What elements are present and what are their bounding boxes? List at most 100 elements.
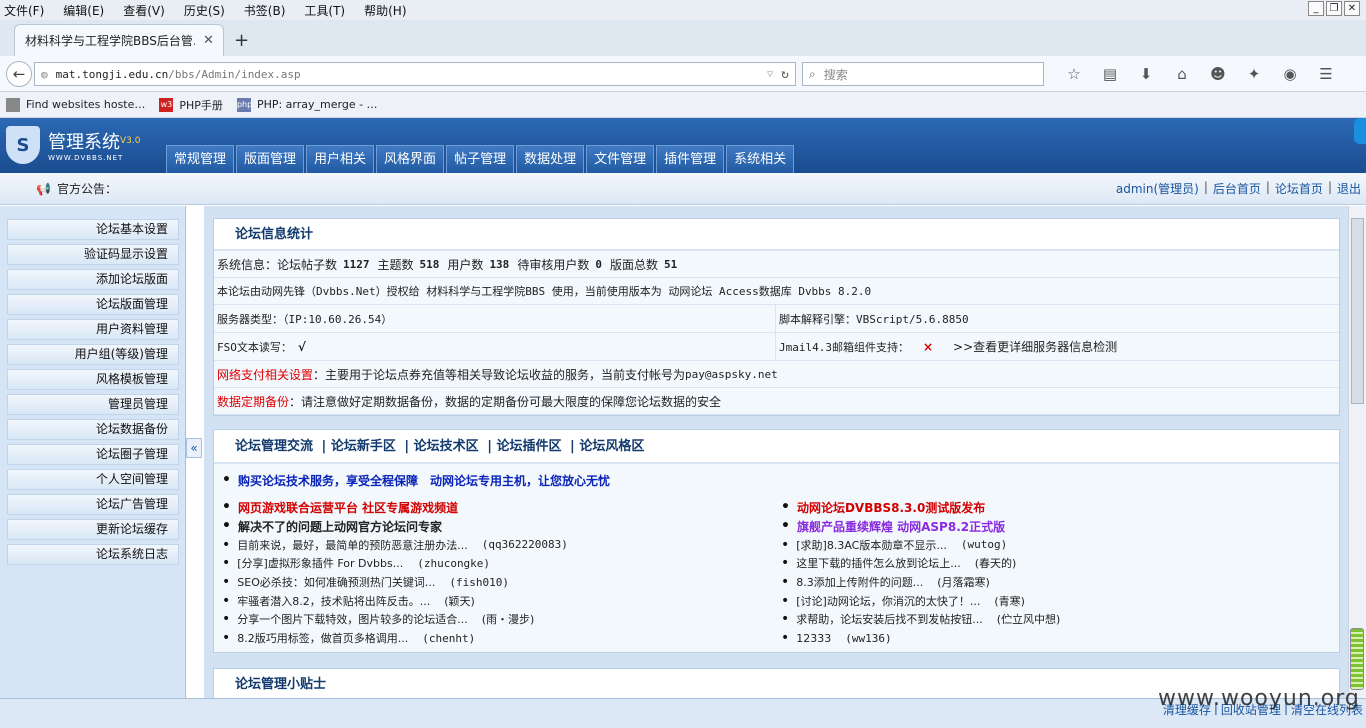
content-scrollbar[interactable] (1348, 206, 1366, 698)
list-item[interactable]: 旗舰产品重续辉煌 动网ASP8.2正式版 (781, 517, 1060, 536)
main-content: 论坛信息统计 系统信息： 论坛帖子数 1127 主题数 518 用户数 138 待审核… (204, 206, 1348, 698)
reader-icon[interactable]: ▤ (1092, 65, 1128, 83)
community-links: 论坛管理交流 | 论坛新手区 | 论坛技术区 | 论坛插件区 | 论坛风格区 (214, 430, 1339, 464)
sidebar-item[interactable]: 验证码显示设置 (7, 244, 179, 265)
nav-posts[interactable]: 帖子管理 (446, 145, 515, 173)
sidebar-item[interactable]: 用户资料管理 (7, 319, 179, 340)
browser-tab[interactable]: 材料科学与工程学院BBS后台管… ✕ (14, 24, 224, 56)
list-item[interactable]: 分享一个图片下载特效，图片较多的论坛适合...(雨・漫步) (222, 610, 568, 629)
side-widget-icon[interactable] (1354, 118, 1366, 144)
w3-icon: w3 (159, 97, 174, 112)
community-link[interactable]: 论坛管理交流 (235, 439, 313, 454)
globe-icon[interactable]: ◉ (1272, 65, 1308, 83)
list-item[interactable]: 求帮助，论坛安装后找不到发帖按钮...(伫立风中想) (781, 610, 1060, 629)
user-link-admin-home[interactable]: 后台首页 (1213, 180, 1261, 197)
close-window-icon[interactable]: ✕ (1344, 1, 1360, 16)
nav-system[interactable]: 系统相关 (726, 145, 795, 173)
menu-bookmarks[interactable]: 书签(B) (244, 2, 286, 19)
logo-sub: WWW.DVBBS.NET (48, 154, 124, 162)
sidebar-item[interactable]: 论坛圈子管理 (7, 444, 179, 465)
reload-icon[interactable]: ↻ (781, 67, 789, 82)
logo-name: 管理系统 (48, 132, 120, 153)
sidebar-collapse-button[interactable]: « (186, 438, 202, 458)
news-lead[interactable]: 购买论坛技术服务，享受全程保障 动网论坛专用主机，让您放心无忧 (222, 471, 610, 490)
list-item[interactable]: 这里下载的插件怎么放到论坛上...(春天的) (781, 554, 1060, 573)
list-item[interactable]: 解决不了的问题上动网官方论坛问专家 (222, 517, 568, 536)
nav-users[interactable]: 用户相关 (306, 145, 375, 173)
sidebar-item[interactable]: 论坛系统日志 (7, 544, 179, 565)
bookmark-item[interactable]: php PHP: array_merge - … (236, 97, 378, 112)
community-link[interactable]: 论坛技术区 (414, 439, 479, 454)
list-item[interactable]: [求助]8.3AC版本勋章不显示...(wutog) (781, 535, 1060, 554)
url-bar[interactable]: ◍ mat.tongji.edu.cn/bbs/Admin/index.asp … (34, 62, 796, 86)
scrollbar-thumb[interactable] (1351, 218, 1364, 404)
sidebar-item[interactable]: 论坛数据备份 (7, 419, 179, 440)
list-item[interactable]: 8.3添加上传附件的问题...(月落霜寒) (781, 573, 1060, 592)
download-icon[interactable]: ⬇ (1128, 65, 1164, 83)
nav-plugins[interactable]: 插件管理 (656, 145, 725, 173)
user-link-admin[interactable]: admin(管理员) (1116, 180, 1199, 197)
nav-data[interactable]: 数据处理 (516, 145, 585, 173)
chat-icon[interactable]: ☻ (1200, 65, 1236, 83)
toolbar-icons: ☆ ▤ ⬇ ⌂ ☻ ✦ ◉ ☰ (1056, 65, 1344, 83)
menu-icon[interactable]: ☰ (1308, 65, 1344, 83)
star-icon[interactable]: ☆ (1056, 65, 1092, 83)
nav-styles[interactable]: 风格界面 (376, 145, 445, 173)
community-link[interactable]: 论坛插件区 (496, 439, 561, 454)
bookmark-item[interactable]: w3 PHP手册 (159, 97, 223, 113)
browser-menubar: 文件(F) 编辑(E) 查看(V) 历史(S) 书签(B) 工具(T) 帮助(H… (0, 0, 1366, 20)
sidebar: 论坛基本设置 验证码显示设置 添加论坛版面 论坛版面管理 用户资料管理 用户组(… (0, 206, 186, 698)
sidebar-item[interactable]: 个人空间管理 (7, 469, 179, 490)
search-box[interactable]: ⌕ 搜索 (802, 62, 1044, 86)
restore-icon[interactable]: ❐ (1326, 1, 1342, 16)
menu-tools[interactable]: 工具(T) (304, 2, 345, 19)
menu-history[interactable]: 历史(S) (184, 2, 225, 19)
navigation-bar: ← ◍ mat.tongji.edu.cn/bbs/Admin/index.as… (0, 56, 1366, 92)
list-item[interactable]: 牢骚者潜入8.2，技术贴将出阵反击。...(颖天) (222, 591, 568, 610)
backup-link[interactable]: 数据定期备份 (217, 393, 289, 410)
back-arrow-icon[interactable]: ← (6, 61, 32, 87)
logo-version: V3.0 (120, 136, 141, 146)
list-item[interactable]: [讨论]动网论坛，你消沉的太快了！...(青寒) (781, 591, 1060, 610)
community-link[interactable]: 论坛新手区 (331, 439, 396, 454)
sidebar-item[interactable]: 添加论坛版面 (7, 269, 179, 290)
addon-icon[interactable]: ✦ (1236, 65, 1272, 83)
sidebar-item[interactable]: 风格模板管理 (7, 369, 179, 390)
payment-settings-link[interactable]: 网络支付相关设置 (217, 366, 313, 383)
user-link-forum-home[interactable]: 论坛首页 (1275, 180, 1323, 197)
user-link-logout[interactable]: 退出 (1337, 180, 1361, 197)
list-item[interactable]: [分享]虚拟形象插件 For Dvbbs...(zhucongke) (222, 554, 568, 573)
sidebar-item[interactable]: 论坛基本设置 (7, 219, 179, 240)
list-item[interactable]: 网页游戏联合运营平台 社区专属游戏频道 (222, 498, 568, 517)
sidebar-item[interactable]: 管理员管理 (7, 394, 179, 415)
community-link[interactable]: 论坛风格区 (579, 439, 644, 454)
sidebar-item[interactable]: 论坛广告管理 (7, 494, 179, 515)
server-detail-link[interactable]: >>查看更详细服务器信息检测 (953, 338, 1117, 355)
menu-view[interactable]: 查看(V) (123, 2, 165, 19)
menu-edit[interactable]: 编辑(E) (63, 2, 104, 19)
new-tab-icon[interactable]: + (234, 30, 249, 51)
bookmark-item[interactable]: Find websites hoste… (6, 97, 145, 112)
list-item[interactable]: SEO必杀技：如何准确预测热门关键词...(fish010) (222, 573, 568, 592)
dropdown-arrow-icon[interactable]: ▽ (767, 69, 773, 80)
list-item[interactable]: 12333(ww136) (781, 629, 1060, 648)
list-item[interactable]: 目前来说，最好，最简单的预防恶意注册办法...(qq362220083) (222, 535, 568, 554)
menu-help[interactable]: 帮助(H) (364, 2, 406, 19)
nav-files[interactable]: 文件管理 (586, 145, 655, 173)
backup-row: 数据定期备份 ：请注意做好定期数据备份，数据的定期备份可最大限度的保障您论坛数据的… (214, 388, 1339, 415)
nav-general[interactable]: 常规管理 (166, 145, 235, 173)
server-row: 服务器类型：（IP:10.60.26.54） 脚本解释引擎：VBScript/5… (214, 305, 1339, 333)
tab-close-icon[interactable]: ✕ (203, 33, 214, 48)
menu-file[interactable]: 文件(F) (4, 2, 44, 19)
list-item[interactable]: 动网论坛DVBBS8.3.0测试版发布 (781, 498, 1060, 517)
sidebar-item[interactable]: 用户组(等级)管理 (7, 344, 179, 365)
sidebar-item[interactable]: 更新论坛缓存 (7, 519, 179, 540)
cross-icon: × (922, 339, 934, 354)
nav-boards[interactable]: 版面管理 (236, 145, 305, 173)
sidebar-item[interactable]: 论坛版面管理 (7, 294, 179, 315)
home-icon[interactable]: ⌂ (1164, 65, 1200, 83)
app-header: S 管理系统V3.0 WWW.DVBBS.NET 常规管理 版面管理 用户相关 … (0, 118, 1366, 173)
list-item[interactable]: 8.2版巧用标签，做首页多格调用...(chenht) (222, 629, 568, 648)
minimize-icon[interactable]: _ (1308, 1, 1324, 16)
news-area: 购买论坛技术服务，享受全程保障 动网论坛专用主机，让您放心无忧 网页游戏联合运营… (214, 464, 1339, 652)
